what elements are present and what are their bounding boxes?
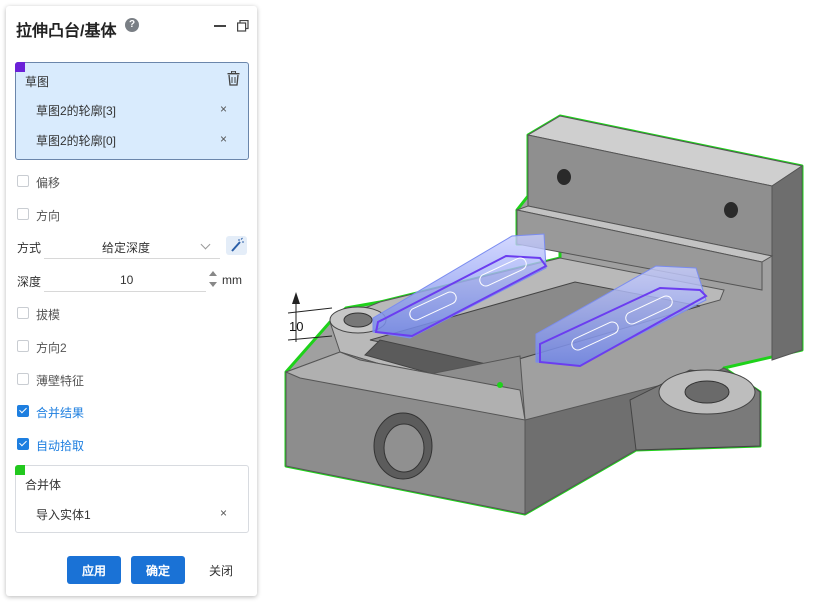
thin-feature-label: 薄壁特征: [36, 374, 85, 388]
sketch-item[interactable]: 草图2的轮廓[0]: [36, 132, 116, 149]
body-box-corner-marker: [15, 465, 25, 475]
minimize-icon[interactable]: [214, 25, 226, 27]
depth-underline: [44, 291, 206, 292]
depth-unit: mm: [222, 273, 242, 287]
method-label: 方式: [17, 241, 42, 255]
dimension-leader: [287, 307, 333, 314]
offset-checkbox[interactable]: [17, 175, 29, 187]
apply-button[interactable]: 应用: [67, 556, 121, 584]
direction2-checkbox[interactable]: [17, 340, 29, 352]
dimension-label[interactable]: 10: [289, 319, 303, 334]
right-lug-hole: [684, 380, 730, 404]
3d-viewport[interactable]: 10: [262, 0, 817, 604]
cad-part[interactable]: [284, 114, 804, 516]
sketch-box-label: 草图: [25, 75, 50, 89]
back-wall-side: [771, 165, 803, 361]
spin-up-icon[interactable]: [209, 271, 217, 276]
chevron-down-icon[interactable]: [200, 239, 211, 250]
merge-body-box[interactable]: 合并体 导入实体1 ×: [15, 465, 249, 533]
direction-checkbox[interactable]: [17, 208, 29, 220]
left-lug-hole: [343, 312, 373, 328]
extrude-dialog: 拉伸凸台/基体 ? 草图 草图2的轮廓[3] × 草图2的轮廓[0] × 偏移 …: [6, 6, 257, 596]
sketch-item[interactable]: 草图2的轮廓[3]: [36, 102, 116, 119]
body-item[interactable]: 导入实体1: [36, 506, 91, 523]
spin-down-icon[interactable]: [209, 282, 217, 287]
offset-label: 偏移: [36, 176, 61, 190]
sketch-box-corner-marker: [15, 62, 25, 72]
draft-label: 拔模: [36, 308, 61, 322]
restore-window-icon[interactable]: [237, 20, 249, 32]
method-select[interactable]: 给定深度: [102, 239, 150, 256]
body-box-label: 合并体: [25, 478, 62, 492]
merge-result-label: 合并结果: [36, 406, 85, 420]
auto-pick-label: 自动拾取: [36, 439, 85, 453]
back-wall-hole-left: [557, 169, 571, 185]
depth-label: 深度: [17, 275, 42, 289]
trash-icon[interactable]: [227, 71, 240, 86]
dialog-title: 拉伸凸台/基体: [16, 23, 117, 40]
remove-sketch-item-button[interactable]: ×: [220, 132, 227, 146]
depth-input[interactable]: 10: [120, 273, 133, 287]
dimension-arrow-icon: [292, 292, 300, 304]
remove-body-item-button[interactable]: ×: [220, 506, 227, 520]
thin-feature-checkbox[interactable]: [17, 373, 29, 385]
magic-wand-button[interactable]: [226, 236, 247, 255]
direction-label: 方向: [36, 209, 61, 223]
back-wall-hole-right: [724, 202, 738, 218]
direction2-label: 方向2: [36, 341, 67, 355]
method-underline: [44, 258, 220, 259]
merge-result-checkbox[interactable]: [17, 405, 29, 417]
magic-wand-icon: [231, 237, 244, 252]
close-button[interactable]: 关闭: [196, 556, 246, 584]
remove-sketch-item-button[interactable]: ×: [220, 102, 227, 116]
draft-checkbox[interactable]: [17, 307, 29, 319]
question-circle-icon[interactable]: ?: [125, 18, 139, 32]
sketch-selection-box[interactable]: 草图 草图2的轮廓[3] × 草图2的轮廓[0] ×: [15, 62, 249, 160]
ok-button[interactable]: 确定: [131, 556, 185, 584]
auto-pick-checkbox[interactable]: [17, 438, 29, 450]
selected-edge-dot: [497, 382, 503, 388]
front-hole-inner: [383, 423, 425, 473]
